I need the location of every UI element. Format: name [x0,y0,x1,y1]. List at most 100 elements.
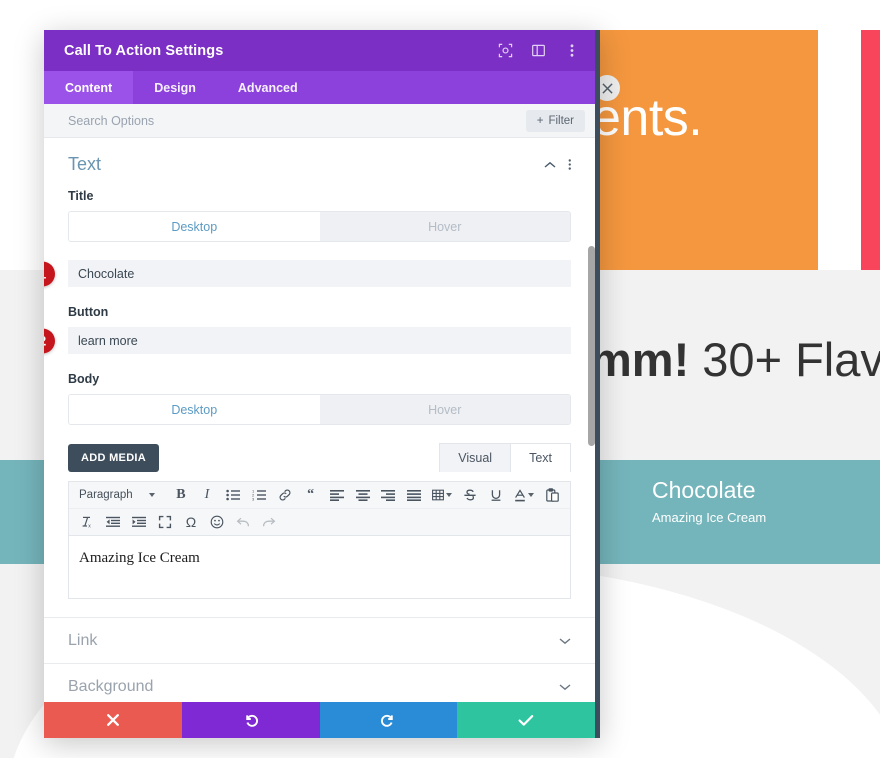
modal-header-icons [498,43,579,58]
filter-button[interactable]: + Filter [525,109,585,132]
editor-mode-tabs: Visual Text [439,443,571,472]
redo-icon[interactable] [257,512,281,532]
editor-box: Paragraph B I 1 2 3 “ x Ω Amazing Ice Cr… [68,481,571,599]
title-toggle-desktop[interactable]: Desktop [69,212,320,241]
body-editor-content[interactable]: 3 Amazing Ice Cream [69,536,570,598]
tab-design[interactable]: Design [133,71,217,104]
svg-text:3: 3 [252,497,255,501]
call-to-action-settings-modal: Call To Action Settings Content Design A… [44,30,600,738]
paragraph-format-select[interactable]: Paragraph [75,489,161,501]
underline-icon[interactable] [484,485,508,505]
modal-tab-bar: Content Design Advanced [44,71,595,104]
add-media-button[interactable]: ADD MEDIA [68,443,160,472]
text-section-icons [544,158,572,171]
button-field-label: Button [68,305,109,319]
target-icon[interactable] [498,43,513,58]
checkmark-icon [518,714,534,726]
modal-title: Call To Action Settings [64,42,224,59]
blockquote-icon[interactable]: “ [299,485,323,505]
fullscreen-icon[interactable] [153,512,177,532]
editor-toolbar-row-2: x Ω [69,509,570,536]
body-state-toggle: Desktop Hover [68,394,571,425]
title-toggle-hover[interactable]: Hover [319,212,570,241]
italic-icon[interactable]: I [195,485,219,505]
emoji-icon[interactable] [205,512,229,532]
section-link[interactable]: Link [44,618,595,664]
bg-headline-rest: 30+ Flavo [702,333,880,386]
chevron-down-icon [149,493,155,497]
search-input[interactable] [68,113,526,128]
kebab-menu-icon[interactable] [568,158,572,171]
bg-headline: mm! 30+ Flavo [590,332,880,387]
align-center-icon[interactable] [351,485,375,505]
bulleted-list-icon[interactable] [221,485,245,505]
special-character-icon[interactable]: Ω [179,512,203,532]
collapsed-sections: Link Background Admin Label [44,617,595,702]
section-background[interactable]: Background [44,664,595,702]
chevron-down-icon [559,678,571,696]
numbered-list-icon[interactable]: 1 2 3 [247,485,271,505]
indent-icon[interactable] [127,512,151,532]
undo-button[interactable] [181,702,320,738]
undo-arrow-icon [245,714,258,727]
undo-icon[interactable] [231,512,255,532]
link-icon[interactable] [273,485,297,505]
title-state-toggle: Desktop Hover [68,211,571,242]
button-input-block: 2 [44,327,571,354]
editor-tab-text[interactable]: Text [510,443,571,472]
modal-scrollbar-thumb[interactable] [588,246,595,446]
plus-icon: + [536,114,544,127]
close-x-icon [601,82,613,94]
cancel-button[interactable] [44,702,182,738]
align-left-icon[interactable] [325,485,349,505]
search-row: + Filter [44,104,595,138]
paste-icon[interactable] [540,485,564,505]
editor-topbar: ADD MEDIA Visual Text [68,443,571,472]
bg-card-subtitle: Amazing Ice Cream [652,510,767,525]
tab-content[interactable]: Content [44,71,134,104]
chevron-up-icon[interactable] [544,161,556,169]
strikethrough-icon[interactable] [458,485,482,505]
clear-formatting-icon[interactable]: x [75,512,99,532]
outdent-icon[interactable] [101,512,125,532]
save-button[interactable] [457,702,595,738]
chevron-down-icon [559,632,571,650]
layout-panel-icon[interactable] [531,43,546,58]
modal-body: Text Title Desktop Hover Chocolate Butto… [44,138,595,702]
editor-tab-visual[interactable]: Visual [439,443,511,472]
step-badge-2: 2 [44,328,55,353]
bg-card-title: Chocolate [652,477,756,503]
bg-orange-module[interactable]: ents. [592,30,818,270]
body-editor: ADD MEDIA Visual Text Paragraph B I 1 2 … [68,443,571,599]
text-section: Text Title Desktop Hover Chocolate Butto… [44,138,595,599]
kebab-menu-icon[interactable] [564,43,579,58]
bg-pink-module[interactable] [861,30,880,270]
step-badge-1: 1 [44,261,55,286]
body-toggle-desktop[interactable]: Desktop [69,395,320,424]
text-section-header: Text [68,154,571,189]
redo-arrow-icon [381,714,394,727]
bg-headline-bold: mm! [590,333,690,386]
editor-toolbar-row-1: Paragraph B I 1 2 3 “ [69,482,570,509]
redo-button[interactable] [319,702,458,738]
text-section-title: Text [68,154,102,174]
paragraph-format-label: Paragraph [79,489,133,501]
title-input[interactable] [68,260,571,287]
tab-advanced[interactable]: Advanced [217,71,319,104]
modal-scrollbar[interactable] [588,246,595,702]
section-background-label: Background [68,677,154,695]
section-link-label: Link [68,631,98,649]
table-icon[interactable] [428,485,456,505]
filter-button-label: Filter [548,114,574,127]
title-field-label: Title [68,189,94,203]
body-editor-text: Amazing Ice Cream [79,550,200,566]
align-justify-icon[interactable] [402,485,426,505]
align-right-icon[interactable] [377,485,401,505]
button-text-input[interactable] [68,327,571,354]
modal-header: Call To Action Settings [44,30,595,71]
body-toggle-hover[interactable]: Hover [319,395,570,424]
body-field-label: Body [68,372,100,386]
chevron-down-icon [446,493,453,497]
text-color-icon[interactable] [510,485,538,505]
bold-icon[interactable]: B [169,485,193,505]
